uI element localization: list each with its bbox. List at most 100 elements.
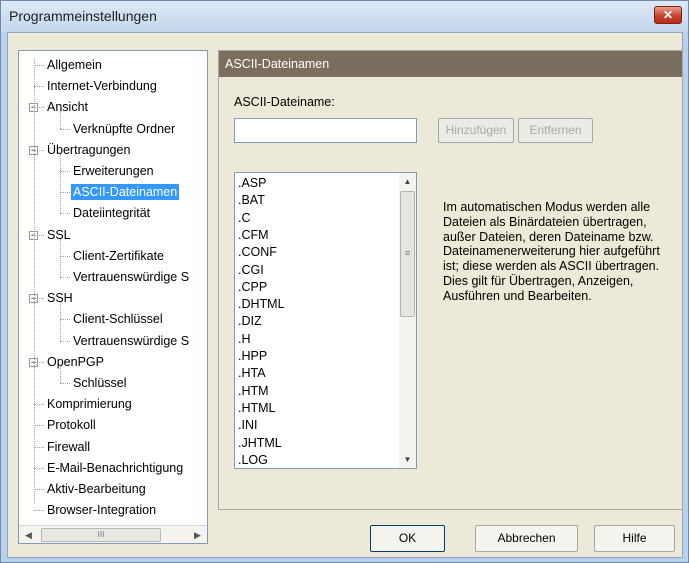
tree-item-label: ASCII-Dateinamen	[71, 184, 180, 201]
tree-trunk-line	[34, 59, 35, 505]
close-icon: ✕	[662, 8, 674, 22]
tree-item-label: Firewall	[47, 439, 91, 454]
tree-item-label: Protokoll	[47, 418, 96, 433]
tree-connector	[34, 489, 44, 490]
tree-item[interactable]: OpenPGP	[45, 352, 106, 372]
ascii-filename-input[interactable]	[234, 118, 417, 143]
tree-item-label: Erweiterungen	[73, 164, 154, 178]
ascii-extension-list[interactable]: .ASP .BAT .C .CFM .CONF .CGI .CPP .DHTML .DIZ .H.…	[234, 172, 417, 469]
tree-horizontal-scrollbar[interactable]: ◀ III ▶	[19, 525, 207, 543]
tree-item[interactable]: Firewall	[45, 437, 92, 457]
tree-item-label: Client-Zertifikate	[73, 248, 164, 263]
tree-item-label: Ansicht	[47, 100, 88, 115]
tree-item[interactable]: Ansicht	[45, 97, 90, 117]
list-item[interactable]: .CGI	[238, 263, 264, 277]
tree-item-label: Allgemein	[47, 58, 102, 72]
cancel-button[interactable]: Abbrechen	[475, 525, 578, 552]
tree-connector	[34, 86, 44, 88]
list-item[interactable]: .JHTML	[238, 436, 282, 450]
tree-branch-line	[60, 153, 61, 214]
tree-connector	[60, 192, 70, 194]
settings-tree: Allgemein Internet-Verbindung Ansicht − Verk…	[19, 55, 207, 523]
list-item[interactable]: .INI	[238, 418, 257, 432]
tree-connector	[34, 425, 44, 427]
scroll-thumb[interactable]: III	[41, 528, 161, 542]
settings-tree-panel: Allgemein Internet-Verbindung Ansicht − Verk…	[18, 50, 208, 544]
tree-item[interactable]: E-Mail-Benachrichtigung	[45, 458, 185, 478]
list-item[interactable]: .CPP	[238, 280, 267, 294]
title-bar[interactable]: Programmeinstellungen ✕	[1, 1, 688, 32]
tree-connector	[60, 213, 70, 215]
ok-button[interactable]: OK	[370, 525, 445, 552]
add-button[interactable]: Hinzufügen	[438, 118, 514, 143]
scroll-left-icon[interactable]: ◀	[20, 527, 37, 543]
list-item[interactable]: .CONF	[238, 245, 277, 259]
tree-item-label: Dateiintegrität	[73, 206, 151, 221]
tree-item-label: Schlüssel	[73, 376, 127, 390]
list-item[interactable]: .HPP	[238, 349, 267, 363]
list-vertical-scrollbar[interactable]: ▲ ≡ ▼	[399, 173, 416, 468]
tree-item[interactable]: Verknüpfte Ordner	[71, 119, 177, 139]
tree-item[interactable]: Dateiintegrität	[71, 203, 152, 223]
tree-connector	[60, 277, 70, 278]
tree-item[interactable]: ASCII-Dateinamen	[71, 182, 180, 202]
group-header: ASCII-Dateinamen	[219, 51, 682, 77]
tree-connector	[60, 319, 70, 321]
tree-connector	[34, 404, 44, 406]
tree-item[interactable]: Client-Schlüssel	[71, 309, 165, 329]
list-item[interactable]: .HTML	[238, 401, 276, 415]
scroll-up-icon[interactable]: ▲	[399, 173, 416, 190]
list-item[interactable]: .BAT	[238, 193, 265, 207]
scroll-down-icon[interactable]: ▼	[399, 451, 416, 468]
list-item[interactable]: .H	[238, 332, 251, 346]
tree-item[interactable]: Übertragungen	[45, 140, 132, 160]
tree-item-label: OpenPGP	[47, 354, 104, 369]
tree-item[interactable]: SSL	[45, 225, 73, 245]
ascii-filenames-group: ASCII-Dateinamen ASCII-Dateiname: Hinzuf…	[218, 50, 683, 510]
tree-item-label: E-Mail-Benachrichtigung	[47, 460, 184, 475]
tree-item[interactable]: Schlüssel	[71, 373, 129, 393]
help-button[interactable]: Hilfe	[594, 525, 675, 552]
dialog-client-area: Allgemein Internet-Verbindung Ansicht − Verk…	[7, 32, 683, 558]
tree-connector	[60, 128, 70, 130]
list-item[interactable]: .HTA	[238, 366, 266, 380]
tree-item[interactable]: Komprimierung	[45, 394, 134, 414]
tree-item-label: Browser-Integration	[47, 503, 157, 518]
list-item[interactable]: .ASP	[238, 176, 267, 190]
tree-item[interactable]: Aktiv-Bearbeitung	[45, 479, 148, 499]
tree-item-label: Verknüpfte Ordner	[73, 121, 176, 136]
tree-item[interactable]: Erweiterungen	[71, 161, 156, 181]
tree-item[interactable]: Vertrauenswürdige S	[71, 331, 191, 351]
list-item[interactable]: .DIZ	[238, 314, 262, 328]
tree-item[interactable]: Internet-Verbindung	[45, 76, 159, 96]
tree-item-label: Internet-Verbindung	[47, 79, 157, 94]
tree-item-label: Aktiv-Bearbeitung	[47, 482, 146, 496]
tree-connector	[34, 65, 44, 66]
remove-button[interactable]: Entfernen	[518, 118, 593, 143]
tree-item-label: Vertrauenswürdige S	[73, 270, 190, 284]
tree-item-label: Vertrauenswürdige S	[73, 333, 190, 348]
tree-item[interactable]: Protokoll	[45, 415, 98, 435]
tree-branch-line	[60, 111, 61, 129]
settings-window: Programmeinstellungen ✕ Allgemein Interne…	[0, 0, 689, 563]
tree-branch-line	[60, 302, 61, 341]
tree-item-label: Client-Schlüssel	[73, 312, 163, 327]
scroll-right-icon[interactable]: ▶	[189, 527, 206, 543]
ascii-filename-label: ASCII-Dateiname:	[234, 95, 335, 109]
list-item[interactable]: .LOG	[238, 453, 268, 467]
list-item[interactable]: .HTM	[238, 384, 269, 398]
tree-item-label: SSL	[47, 227, 71, 242]
list-item[interactable]: .C	[238, 211, 251, 225]
close-button[interactable]: ✕	[654, 6, 682, 24]
list-item[interactable]: .CFM	[238, 228, 269, 242]
tree-connector	[34, 446, 44, 448]
tree-item[interactable]: Vertrauenswürdige S	[71, 267, 191, 287]
window-title: Programmeinstellungen	[9, 8, 157, 24]
tree-branch-line	[60, 238, 61, 277]
list-item[interactable]: .DHTML	[238, 297, 285, 311]
tree-item[interactable]: Client-Zertifikate	[71, 246, 166, 266]
tree-item[interactable]: Allgemein	[45, 55, 104, 75]
tree-item[interactable]: Browser-Integration	[45, 500, 158, 520]
tree-connector	[60, 171, 70, 172]
scroll-thumb[interactable]: ≡	[400, 191, 415, 317]
